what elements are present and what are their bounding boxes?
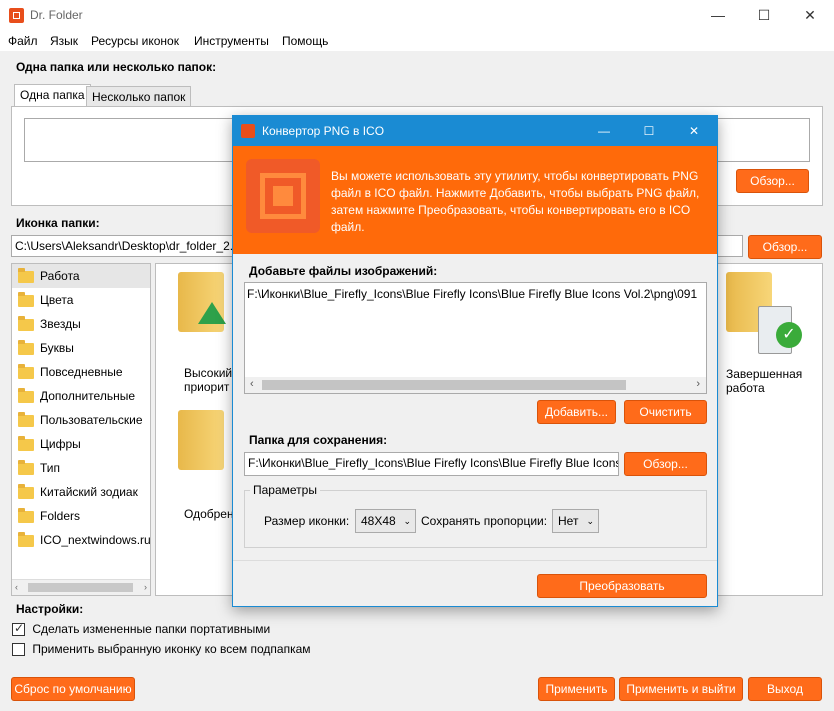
subfolders-option[interactable]: Применить выбранную иконку ко всем подпа… xyxy=(12,642,311,657)
keep-ratio-label: Сохранять пропорции: xyxy=(421,514,548,528)
folder-icon xyxy=(18,507,34,523)
dialog-app-icon xyxy=(241,124,255,138)
list-item[interactable]: Цифры xyxy=(12,432,150,456)
portable-checkbox[interactable] xyxy=(12,621,25,637)
menu-language[interactable]: Язык xyxy=(50,34,78,48)
converter-logo-icon xyxy=(246,159,320,233)
folder-icon xyxy=(18,531,34,547)
folder-icon xyxy=(18,483,34,499)
folder-icon xyxy=(18,315,34,331)
menu-icon-resources[interactable]: Ресурсы иконок xyxy=(91,34,179,48)
dialog-maximize-button[interactable]: ☐ xyxy=(626,116,672,146)
subfolders-option-label: Применить выбранную иконку ко всем подпа… xyxy=(32,642,311,656)
list-item[interactable]: Китайский зодиак xyxy=(12,480,150,504)
scroll-right-icon[interactable]: › xyxy=(696,378,700,390)
menu-help[interactable]: Помощь xyxy=(282,34,328,48)
icon-section-label: Иконка папки: xyxy=(16,216,100,230)
exit-button[interactable]: Выход xyxy=(748,677,822,701)
list-item[interactable]: Цвета xyxy=(12,288,150,312)
apply-exit-button[interactable]: Применить и выйти xyxy=(619,677,743,701)
minimize-button[interactable]: — xyxy=(695,0,741,31)
apply-button[interactable]: Применить xyxy=(538,677,615,701)
list-item[interactable]: Работа xyxy=(12,264,150,288)
folder-icon xyxy=(18,339,34,355)
save-browse-button[interactable]: Обзор... xyxy=(624,452,707,476)
folders-section-label: Одна папка или несколько папок: xyxy=(16,60,217,74)
list-item[interactable]: Буквы xyxy=(12,336,150,360)
icon-label: Одобрен xyxy=(184,507,234,521)
category-list: Работа Цвета Звезды Буквы Повседневные Д… xyxy=(11,263,151,596)
icon-size-label: Размер иконки: xyxy=(264,514,350,528)
save-folder-label: Папка для сохранения: xyxy=(249,433,388,447)
list-item[interactable]: ICO_nextwindows.ru xyxy=(12,528,151,552)
chevron-down-icon: ⌄ xyxy=(403,516,411,526)
subfolders-checkbox[interactable] xyxy=(12,643,25,657)
close-button[interactable]: ✕ xyxy=(787,0,833,31)
horizontal-scrollbar[interactable]: ‹ › xyxy=(12,579,150,595)
list-item[interactable]: Пользовательские xyxy=(12,408,150,432)
clear-button[interactable]: Очистить xyxy=(624,400,707,424)
scrollbar-thumb[interactable] xyxy=(28,583,133,592)
convert-button[interactable]: Преобразовать xyxy=(537,574,707,598)
icon-browse-button[interactable]: Обзор... xyxy=(748,235,822,259)
list-item[interactable]: F:\Иконки\Blue_Firefly_Icons\Blue Firefl… xyxy=(247,287,702,301)
folders-browse-button[interactable]: Обзор... xyxy=(736,169,809,193)
folder-icon-approved[interactable] xyxy=(178,410,224,470)
folder-icon xyxy=(18,459,34,475)
settings-label: Настройки: xyxy=(16,602,84,616)
folder-icon xyxy=(18,411,34,427)
list-item[interactable]: Дополнительные xyxy=(12,384,150,408)
add-button[interactable]: Добавить... xyxy=(537,400,616,424)
folder-icon xyxy=(18,387,34,403)
list-item[interactable]: Звезды xyxy=(12,312,150,336)
list-item[interactable]: Повседневные xyxy=(12,360,150,384)
folder-icon xyxy=(18,435,34,451)
maximize-button[interactable]: ☐ xyxy=(741,0,787,31)
reset-defaults-button[interactable]: Сброс по умолчанию xyxy=(11,677,135,701)
portable-option[interactable]: Сделать измененные папки портативными xyxy=(12,621,271,637)
list-item[interactable]: Folders xyxy=(12,504,150,528)
png-to-ico-dialog: Конвертор PNG в ICO — ☐ ✕ Вы можете испо… xyxy=(232,115,718,607)
icon-size-select[interactable]: 48X48 ⌄ xyxy=(355,509,416,533)
scroll-right-icon[interactable]: › xyxy=(144,582,147,592)
scroll-left-icon[interactable]: ‹ xyxy=(15,582,18,592)
tab-single-folder[interactable]: Одна папка xyxy=(14,84,91,107)
folder-icon xyxy=(18,363,34,379)
dialog-title: Конвертор PNG в ICO xyxy=(262,124,385,138)
icon-label: Завершенная работа xyxy=(726,367,803,395)
horizontal-scrollbar[interactable]: ‹ › xyxy=(245,377,706,393)
chevron-down-icon: ⌄ xyxy=(586,516,594,526)
divider xyxy=(233,560,717,561)
scroll-left-icon[interactable]: ‹ xyxy=(250,378,254,390)
tab-multiple-folders[interactable]: Несколько папок xyxy=(86,86,192,107)
window-title: Dr. Folder xyxy=(30,8,83,22)
list-item[interactable]: Тип xyxy=(12,456,150,480)
menu-file[interactable]: Файл xyxy=(8,34,38,48)
dialog-minimize-button[interactable]: — xyxy=(581,116,627,146)
menu-tools[interactable]: Инструменты xyxy=(194,34,269,48)
arrow-up-icon xyxy=(198,302,226,324)
checkmark-shield-icon: ✓ xyxy=(776,322,802,348)
folder-icon xyxy=(18,267,34,283)
folder-icon xyxy=(18,291,34,307)
dialog-close-button[interactable]: ✕ xyxy=(671,116,717,146)
scrollbar-thumb[interactable] xyxy=(262,380,626,390)
dialog-banner-text: Вы можете использовать эту утилиту, чтоб… xyxy=(331,169,700,234)
app-icon xyxy=(9,8,24,23)
parameters-label: Параметры xyxy=(250,483,320,497)
portable-option-label: Сделать измененные папки портативными xyxy=(32,622,271,636)
keep-ratio-select[interactable]: Нет ⌄ xyxy=(552,509,599,533)
add-images-label: Добавьте файлы изображений: xyxy=(249,264,438,278)
save-path-field[interactable]: F:\Иконки\Blue_Firefly_Icons\Blue Firefl… xyxy=(244,452,619,476)
image-file-list[interactable]: F:\Иконки\Blue_Firefly_Icons\Blue Firefl… xyxy=(244,282,707,394)
